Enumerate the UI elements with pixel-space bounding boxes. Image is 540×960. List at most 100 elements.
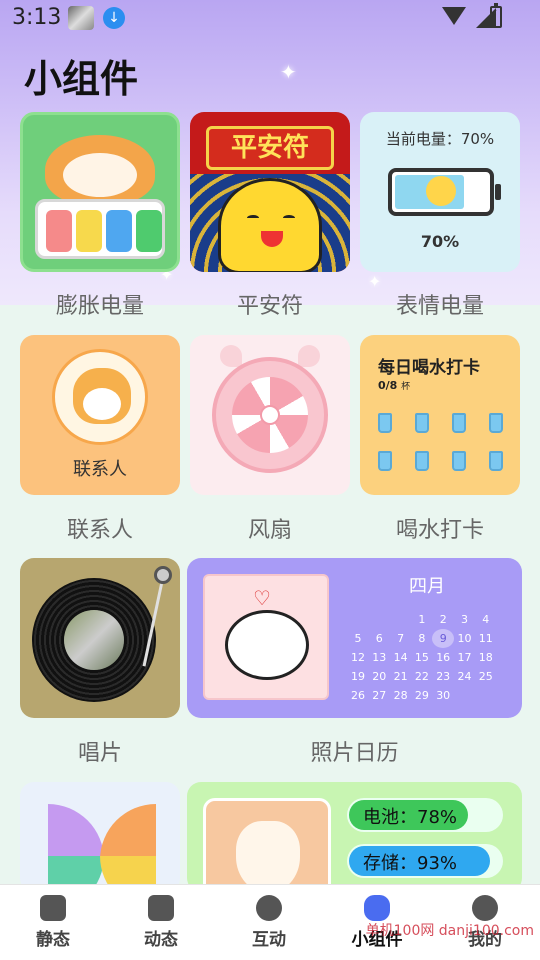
widget-fan[interactable] — [190, 335, 350, 495]
calendar-day: 23 — [436, 670, 451, 683]
widget-label-photo-calendar: 照片日历 — [310, 741, 399, 766]
water-cup-icon[interactable] — [489, 451, 503, 471]
star-icon — [148, 895, 174, 921]
widget-water[interactable]: 每日喝水打卡 0/8 杯 — [360, 335, 520, 495]
wifi-icon — [442, 7, 466, 25]
calendar-day: 7 — [397, 632, 405, 645]
calendar-day: 11 — [478, 632, 493, 645]
profile-icon — [472, 895, 498, 921]
tonearm-pivot — [154, 566, 172, 584]
nav-item-interact[interactable]: 互动 — [224, 895, 314, 950]
watermark: 单机100网 danji100.com — [365, 923, 534, 939]
widget-label-battery-swell: 膨胀电量 — [55, 294, 144, 319]
pinwheel-blade — [100, 804, 156, 860]
battery-icon — [388, 168, 501, 216]
widget-record[interactable] — [20, 558, 180, 718]
widget-label-water: 喝水打卡 — [395, 518, 484, 543]
planet-icon — [256, 895, 282, 921]
lucky-cat-illustration — [218, 178, 322, 272]
water-cup-icon[interactable] — [415, 413, 429, 433]
calendar-day: 17 — [457, 651, 472, 664]
calendar-day: 25 — [478, 670, 493, 683]
water-count: 0/8 杯 — [378, 379, 411, 392]
widget-emoji-battery[interactable]: 当前电量：70% 70% — [360, 112, 520, 272]
fan-ear-left — [220, 345, 242, 367]
battery-cell — [76, 210, 102, 252]
sparkle-icon: ✦ — [280, 60, 297, 84]
bunny-illustration — [236, 821, 300, 892]
notification-avatar-icon — [68, 6, 94, 30]
fan-icon — [212, 357, 328, 473]
water-cup-icon[interactable] — [378, 451, 392, 471]
widget-label-contact: 联系人 — [66, 518, 133, 543]
fan-ear-right — [298, 345, 320, 367]
calendar-day: 19 — [351, 670, 365, 683]
calendar-day: 13 — [372, 651, 387, 664]
calendar-day: 8 — [418, 632, 426, 645]
contact-name: 联系人 — [73, 459, 127, 480]
battery-status-text: 电池：78% — [363, 807, 458, 828]
widget-label-amulet: 平安符 — [236, 294, 303, 319]
vinyl-record-icon — [32, 578, 156, 702]
image-icon — [40, 895, 66, 921]
nav-item-static[interactable]: 静态 — [8, 895, 98, 950]
cat-face — [63, 153, 137, 197]
calendar-day: 5 — [354, 632, 362, 645]
calendar-photo: ♡ — [203, 574, 329, 700]
water-cup-icon[interactable] — [378, 413, 392, 433]
emoji-battery-title: 当前电量：70% — [385, 130, 495, 148]
battery-status-bar: 电池：78% — [347, 798, 503, 832]
calendar-day: 3 — [461, 613, 468, 626]
widget-label-fan: 风扇 — [247, 518, 292, 543]
widget-photo-calendar[interactable]: ♡ 四月 1 2 3 4 5 6 7 8 9 10 11 12 13 14 15 16 17 18 19 20 21 22… — [187, 558, 522, 718]
contact-avatar — [52, 349, 148, 445]
pinwheel-blade — [48, 804, 104, 860]
calendar-day: 20 — [372, 670, 387, 683]
calendar-day: 22 — [414, 670, 429, 683]
heart-icon: ♡ — [253, 586, 271, 610]
calendar-day: 1 — [418, 613, 426, 626]
calendar-day: 29 — [414, 689, 429, 702]
amulet-sign: 平安符 — [206, 126, 334, 170]
emoji-battery-percent: 70% — [420, 232, 460, 251]
water-cup-icon[interactable] — [489, 413, 503, 433]
calendar-day: 26 — [351, 689, 365, 702]
shiba-dog-illustration — [73, 368, 131, 424]
nav-item-dynamic[interactable]: 动态 — [116, 895, 206, 950]
storage-status-bar: 存储：93% — [347, 844, 503, 878]
calendar-day: 15 — [414, 651, 429, 664]
nav-label: 互动 — [252, 930, 286, 950]
widget-device-status[interactable]: 电池：78% 存储：93% — [187, 782, 522, 892]
calendar-day: 10 — [457, 632, 472, 645]
status-time: 3:13 — [12, 5, 62, 30]
page-title: 小组件 — [24, 57, 139, 101]
calendar-day: 18 — [478, 651, 493, 664]
puppy-illustration — [225, 610, 309, 680]
nav-label: 动态 — [144, 930, 178, 950]
calendar-day-today: 9 — [432, 629, 455, 648]
calendar-day: 21 — [393, 670, 408, 683]
water-cup-icon[interactable] — [415, 451, 429, 471]
widget-pinwheel[interactable] — [20, 782, 180, 892]
calendar-day: 12 — [351, 651, 365, 664]
calendar-month: 四月 — [409, 576, 445, 597]
widget-amulet[interactable]: 平安符 — [190, 112, 350, 272]
calendar-day: 28 — [393, 689, 408, 702]
calendar-day: 14 — [393, 651, 408, 664]
water-cup-icon[interactable] — [452, 451, 466, 471]
widget-label-record: 唱片 — [77, 741, 122, 766]
battery-charging-icon — [490, 3, 502, 28]
record-cover-photo — [64, 610, 124, 670]
calendar-day: 6 — [375, 632, 383, 645]
download-icon: ↓ — [103, 7, 125, 29]
widget-label-emoji-battery: 表情电量 — [395, 294, 484, 319]
water-cup-icon[interactable] — [452, 413, 466, 433]
storage-status-text: 存储：93% — [363, 853, 458, 874]
battery-cell — [106, 210, 132, 252]
calendar-day: 4 — [482, 613, 490, 626]
calendar-day: 16 — [436, 651, 451, 664]
widget-contact[interactable]: 联系人 — [20, 335, 180, 495]
status-bar: 3:13 ↓ — [0, 0, 540, 36]
battery-cell — [46, 210, 72, 252]
widget-battery-swell[interactable] — [20, 112, 180, 272]
